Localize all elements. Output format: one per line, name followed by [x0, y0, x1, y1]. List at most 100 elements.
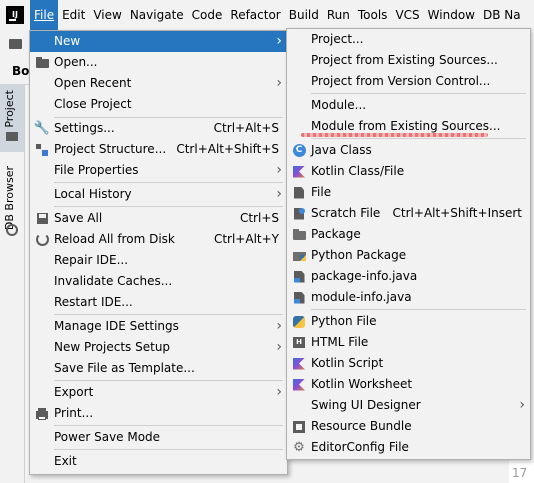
file-menu-print[interactable]: Print... [30, 403, 287, 424]
file-menu-save-file-as-template-label: Save File as Template... [54, 361, 195, 375]
kotlin-icon [292, 357, 306, 370]
new-package-info-java[interactable]: package-info.java [287, 266, 530, 287]
tool-window-db-browser-label: DB Browser [3, 166, 16, 231]
file-menu-exit[interactable]: Exit [30, 451, 287, 472]
submenu-arrow-icon: › [276, 162, 282, 178]
file-menu-repair-ide[interactable]: Repair IDE... [30, 250, 287, 271]
new-kotlin-worksheet[interactable]: Kotlin Worksheet [287, 374, 530, 395]
new-module-info-java[interactable]: module-info.java [287, 287, 530, 308]
new-python-file[interactable]: Python File [287, 311, 530, 332]
toolbar [0, 30, 30, 58]
editor-tab-strip: Bo [0, 58, 30, 85]
menu-file[interactable]: File [30, 0, 59, 30]
file-menu-new[interactable]: New › [30, 31, 287, 52]
project-structure-icon [35, 143, 49, 156]
separator [54, 425, 283, 426]
new-module[interactable]: Module... [287, 95, 530, 116]
file-menu-save-all[interactable]: Save All Ctrl+S [30, 208, 287, 229]
file-menu-restart-ide-label: Restart IDE... [54, 295, 133, 309]
menu-file-label: File [34, 8, 55, 22]
shortcut-label: Ctrl+Alt+Y [213, 232, 279, 246]
file-menu-reload-all[interactable]: Reload All from Disk Ctrl+Alt+Y [30, 229, 287, 250]
shortcut-label: Ctrl+Alt+Shift+S [176, 142, 279, 156]
file-menu-local-history-label: Local History [54, 187, 132, 201]
new-module-label: Module... [311, 98, 367, 112]
open-folder-icon[interactable] [9, 39, 22, 49]
file-menu-invalidate-caches[interactable]: Invalidate Caches... [30, 271, 287, 292]
new-swing-ui-designer[interactable]: Swing UI Designer › [287, 395, 530, 416]
file-menu-local-history[interactable]: Local History › [30, 184, 287, 205]
menu-window[interactable]: Window [424, 0, 479, 30]
menubar: IJ File Edit View Navigate Code Refactor… [0, 0, 534, 30]
menu-db-navigator[interactable]: DB Na [479, 0, 525, 30]
kotlin-icon [292, 378, 306, 391]
editor-tab-fragment[interactable]: Bo [12, 64, 29, 78]
new-scratch-file[interactable]: Scratch File Ctrl+Alt+Shift+Insert [287, 203, 530, 224]
file-menu-manage-ide-settings[interactable]: Manage IDE Settings › [30, 316, 287, 337]
file-menu-print-label: Print... [54, 406, 94, 420]
separator [54, 449, 283, 450]
new-package[interactable]: Package [287, 224, 530, 245]
new-file[interactable]: File [287, 182, 530, 203]
new-kotlin-script-label: Kotlin Script [311, 356, 384, 370]
file-menu-power-save-mode-label: Power Save Mode [54, 430, 161, 444]
save-icon [35, 212, 49, 225]
new-html-file[interactable]: H HTML File [287, 332, 530, 353]
new-resource-bundle[interactable]: Resource Bundle [287, 416, 530, 437]
file-menu-open[interactable]: Open... [30, 52, 287, 73]
new-project-from-existing-sources[interactable]: Project from Existing Sources... [287, 50, 530, 71]
new-kotlin-class-file[interactable]: Kotlin Class/File [287, 161, 530, 182]
file-menu-restart-ide[interactable]: Restart IDE... [30, 292, 287, 313]
menu-run[interactable]: Run [323, 0, 354, 30]
new-java-class[interactable]: C Java Class [287, 140, 530, 161]
shortcut-label: Ctrl+S [239, 211, 279, 225]
submenu-arrow-icon: › [276, 384, 282, 400]
file-menu-open-recent-label: Open Recent [54, 76, 132, 90]
menu-refactor[interactable]: Refactor [226, 0, 284, 30]
menu-vcs[interactable]: VCS [391, 0, 423, 30]
menu-edit[interactable]: Edit [58, 0, 89, 30]
java-file-icon [292, 291, 306, 304]
new-project-from-existing-sources-label: Project from Existing Sources... [311, 53, 498, 67]
file-menu-project-structure[interactable]: Project Structure... Ctrl+Alt+Shift+S [30, 139, 287, 160]
python-package-icon [292, 249, 306, 262]
new-kotlin-script[interactable]: Kotlin Script [287, 353, 530, 374]
file-menu-repair-ide-label: Repair IDE... [54, 253, 129, 267]
file-menu-export[interactable]: Export › [30, 382, 287, 403]
menu-code[interactable]: Code [188, 0, 227, 30]
file-menu: New › Open... Open Recent › Close Projec… [29, 30, 288, 475]
menu-tools[interactable]: Tools [354, 0, 392, 30]
file-menu-settings[interactable]: 🔧 Settings... Ctrl+Alt+S [30, 118, 287, 139]
tool-window-project-label: Project [3, 90, 16, 128]
separator [54, 206, 283, 207]
new-scratch-file-label: Scratch File [311, 206, 381, 220]
file-menu-file-properties[interactable]: File Properties › [30, 160, 287, 181]
file-menu-invalidate-caches-label: Invalidate Caches... [54, 274, 173, 288]
separator [54, 314, 283, 315]
new-project-from-vcs[interactable]: Project from Version Control... [287, 71, 530, 92]
print-icon [35, 407, 49, 420]
new-python-package[interactable]: Python Package [287, 245, 530, 266]
new-package-label: Package [311, 227, 361, 241]
new-kotlin-worksheet-label: Kotlin Worksheet [311, 377, 413, 391]
new-project-label: Project... [311, 32, 364, 46]
file-menu-project-structure-label: Project Structure... [54, 142, 167, 156]
file-menu-open-recent[interactable]: Open Recent › [30, 73, 287, 94]
menu-view[interactable]: View [89, 0, 125, 30]
tool-window-db-browser[interactable]: DB Browser [0, 166, 24, 326]
separator [54, 380, 283, 381]
file-menu-new-projects-setup-label: New Projects Setup [54, 340, 171, 354]
file-menu-save-file-as-template[interactable]: Save File as Template... [30, 358, 287, 379]
file-menu-power-save-mode[interactable]: Power Save Mode [30, 427, 287, 448]
new-java-class-label: Java Class [311, 143, 372, 157]
file-menu-close-project[interactable]: Close Project [30, 94, 287, 115]
submenu-arrow-icon: › [276, 318, 282, 334]
menu-build[interactable]: Build [285, 0, 323, 30]
menu-navigate[interactable]: Navigate [126, 0, 188, 30]
file-menu-new-projects-setup[interactable]: New Projects Setup › [30, 337, 287, 358]
tool-window-project[interactable]: Project [0, 84, 24, 152]
html-icon: H [292, 336, 306, 349]
new-project[interactable]: Project... [287, 29, 530, 50]
file-menu-manage-ide-settings-label: Manage IDE Settings [54, 319, 179, 333]
new-editorconfig-file[interactable]: ⚙ EditorConfig File [287, 437, 530, 458]
